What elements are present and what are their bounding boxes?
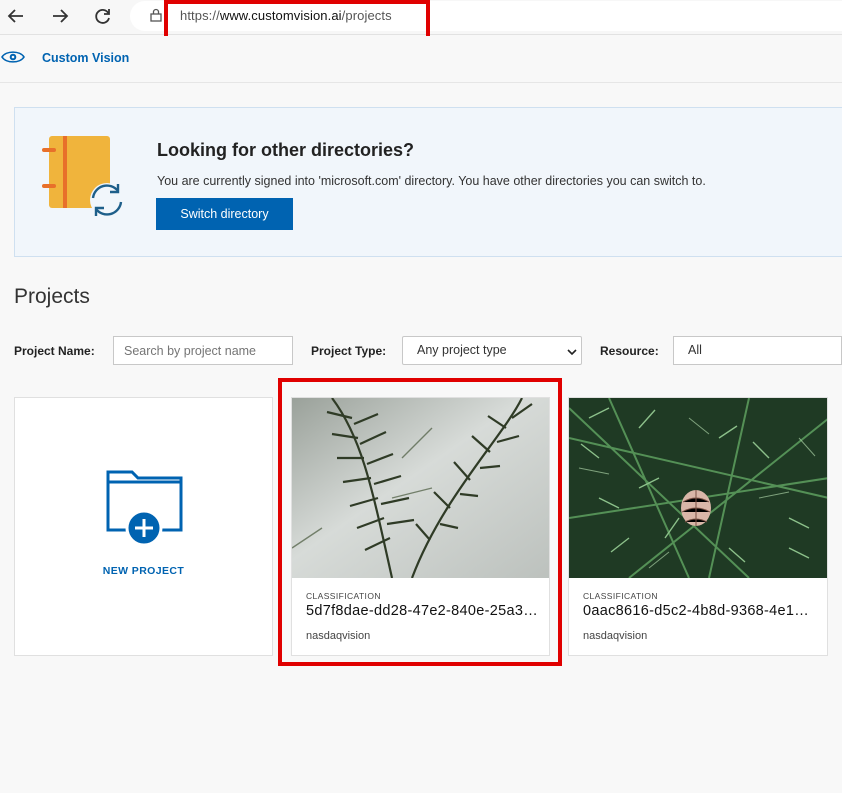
project-thumbnail — [569, 398, 827, 578]
chevron-down-icon — [567, 345, 577, 359]
card-highlight-box — [278, 378, 562, 666]
project-name-search-input[interactable] — [113, 336, 293, 365]
app-header: Custom Vision — [0, 36, 842, 83]
back-arrow-icon[interactable] — [2, 4, 30, 28]
eye-icon — [1, 49, 25, 70]
project-name[interactable]: 0aac8616-d5c2-4b8d-9368-4e12f0c9a6b1 — [583, 603, 815, 619]
new-project-label: NEW PROJECT — [102, 565, 185, 577]
project-type-label: Project Type: — [311, 344, 387, 358]
forward-arrow-icon[interactable] — [46, 4, 74, 28]
resource-value: All — [688, 343, 702, 357]
project-type: CLASSIFICATION — [583, 591, 658, 601]
resource-label: Resource: — [600, 344, 659, 358]
folder-add-icon — [105, 468, 185, 555]
refresh-icon[interactable] — [89, 4, 117, 28]
lock-icon[interactable] — [150, 8, 162, 27]
directory-banner: Looking for other directories? You are c… — [14, 107, 842, 257]
page-title: Projects — [14, 285, 90, 308]
project-resource: nasdaqvision — [583, 630, 648, 642]
banner-title: Looking for other directories? — [157, 140, 415, 160]
project-card[interactable]: CLASSIFICATION 0aac8616-d5c2-4b8d-9368-4… — [568, 397, 828, 656]
sync-icon — [87, 180, 127, 225]
resource-select[interactable]: All — [673, 336, 842, 365]
banner-message: You are currently signed into 'microsoft… — [157, 174, 706, 188]
project-name-label: Project Name: — [14, 344, 95, 358]
brand-name[interactable]: Custom Vision — [42, 51, 129, 65]
new-project-card[interactable]: NEW PROJECT — [14, 397, 273, 656]
switch-directory-button[interactable]: Switch directory — [156, 198, 293, 230]
project-type-select[interactable]: Any project type — [402, 336, 582, 365]
project-type-value: Any project type — [417, 343, 507, 357]
